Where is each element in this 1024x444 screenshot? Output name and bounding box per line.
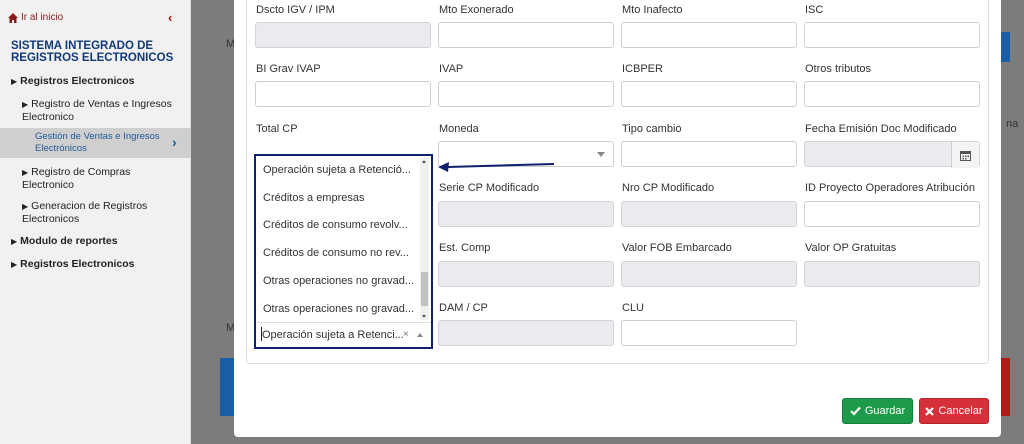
label-id-proyecto: ID Proyecto Operadores Atribución bbox=[805, 182, 975, 194]
clu-field[interactable] bbox=[621, 320, 797, 346]
cancel-button[interactable]: Cancelar bbox=[919, 398, 989, 424]
operation-type-dropdown[interactable]: Operación sujeta a Retenció... Créditos … bbox=[254, 154, 433, 349]
serie-cp-mod-field bbox=[438, 201, 614, 227]
nav-gestion-ventas[interactable]: Gestión de Ventas e Ingresos Electrónico… bbox=[0, 128, 191, 158]
caret-right-icon: ▶ bbox=[11, 237, 18, 246]
background-block bbox=[220, 358, 234, 416]
label-serie-cp-mod: Serie CP Modificado bbox=[439, 182, 540, 194]
back-home-label: Ir al inicio bbox=[21, 12, 64, 23]
dropdown-scrollbar[interactable] bbox=[420, 158, 429, 320]
dscto-igv-field bbox=[255, 22, 431, 48]
mto-inafecto-field[interactable] bbox=[621, 22, 797, 48]
dropdown-option[interactable]: Créditos a empresas bbox=[263, 192, 365, 204]
tipo-cambio-field[interactable] bbox=[621, 141, 797, 167]
otros-tributos-field[interactable] bbox=[804, 81, 980, 107]
scroll-down-icon[interactable] bbox=[422, 315, 426, 318]
label-bi-grav-ivap: BI Grav IVAP bbox=[256, 63, 321, 75]
dam-cp-field bbox=[438, 320, 614, 346]
save-button[interactable]: Guardar bbox=[842, 398, 913, 424]
nro-cp-mod-field bbox=[621, 201, 797, 227]
nav-registro-compras[interactable]: ▶ Registro de Compras Electronico bbox=[22, 166, 172, 191]
annotation-arrow-icon bbox=[438, 162, 555, 172]
back-home-link[interactable]: Ir al inicio bbox=[8, 12, 63, 23]
mto-exonerado-field[interactable] bbox=[438, 22, 614, 48]
label-ivap: IVAP bbox=[439, 63, 464, 75]
label-fecha-emision-mod: Fecha Emisión Doc Modificado bbox=[805, 123, 957, 135]
sidebar: Ir al inicio ‹ SISTEMA INTEGRADO DE REGI… bbox=[0, 0, 191, 444]
clear-icon[interactable]: × bbox=[403, 329, 409, 340]
label-otros-tributos: Otros tributos bbox=[805, 63, 872, 75]
caret-right-icon: ▶ bbox=[22, 202, 29, 211]
label-nro-cp-mod: Nro CP Modificado bbox=[622, 182, 715, 194]
close-icon bbox=[925, 406, 935, 416]
dropdown-option[interactable]: Créditos de consumo revolv... bbox=[263, 219, 408, 231]
label-dscto-igv: Dscto IGV / IPM bbox=[256, 4, 335, 16]
scroll-up-icon[interactable] bbox=[422, 160, 426, 163]
system-title: SISTEMA INTEGRADO DE REGISTROS ELECTRONI… bbox=[11, 40, 174, 64]
calendar-button[interactable] bbox=[951, 142, 979, 168]
label-valor-op-gratuitas: Valor OP Gratuitas bbox=[805, 242, 897, 254]
dropdown-option[interactable]: Otras operaciones no gravad... bbox=[263, 303, 414, 315]
nav-registro-ventas[interactable]: ▶ Registro de Ventas e Ingresos Electroni… bbox=[22, 98, 187, 123]
chevron-up-icon bbox=[417, 333, 423, 337]
label-isc: ISC bbox=[805, 4, 824, 16]
label-mto-exonerado: Mto Exonerado bbox=[439, 4, 514, 16]
caret-right-icon: ▶ bbox=[11, 260, 18, 269]
bi-grav-ivap-field[interactable] bbox=[255, 81, 431, 107]
caret-right-icon: ▶ bbox=[22, 100, 29, 109]
icbper-field[interactable] bbox=[621, 81, 797, 107]
caret-right-icon: ▶ bbox=[22, 168, 29, 177]
calendar-icon bbox=[960, 150, 971, 161]
background-text: na bbox=[1006, 118, 1019, 130]
nav-modulo-reportes[interactable]: ▶ Modulo de reportes bbox=[11, 235, 118, 248]
dropdown-option[interactable]: Otras operaciones no gravad... bbox=[263, 275, 414, 287]
label-moneda: Moneda bbox=[439, 123, 479, 135]
collapse-sidebar-icon[interactable]: ‹ bbox=[168, 10, 172, 25]
check-icon bbox=[850, 406, 861, 416]
nav-registros-electronicos-2[interactable]: ▶ Registros Electronicos bbox=[11, 258, 135, 271]
isc-field[interactable] bbox=[804, 22, 980, 48]
est-comp-field bbox=[438, 261, 614, 287]
label-clu: CLU bbox=[622, 302, 645, 314]
valor-fob-field bbox=[621, 261, 797, 287]
nav-generacion-registros[interactable]: ▶ Generacion de Registros Electronicos bbox=[22, 200, 172, 225]
id-proyecto-field[interactable] bbox=[804, 201, 980, 227]
label-valor-fob: Valor FOB Embarcado bbox=[622, 242, 732, 254]
label-mto-inafecto: Mto Inafecto bbox=[622, 4, 683, 16]
label-tipo-cambio: Tipo cambio bbox=[622, 123, 682, 135]
label-est-comp: Est. Comp bbox=[439, 242, 491, 254]
caret-right-icon: ▶ bbox=[11, 77, 18, 86]
label-total-cp: Total CP bbox=[256, 123, 298, 135]
dropdown-option[interactable]: Créditos de consumo no rev... bbox=[263, 247, 409, 259]
home-icon bbox=[8, 12, 18, 23]
fecha-emision-mod-field bbox=[804, 141, 980, 168]
valor-op-gratuitas-field bbox=[804, 261, 980, 287]
chevron-down-icon bbox=[597, 152, 605, 157]
nav-registros-electronicos[interactable]: ▶ Registros Electronicos bbox=[11, 75, 135, 88]
label-icbper: ICBPER bbox=[622, 63, 663, 75]
chevron-right-icon: › bbox=[172, 134, 177, 150]
label-dam-cp: DAM / CP bbox=[439, 302, 488, 314]
scroll-thumb[interactable] bbox=[421, 272, 428, 306]
dropdown-selected-value[interactable]: Operación sujeta a Retenci... × bbox=[256, 322, 431, 347]
dropdown-option[interactable]: Operación sujeta a Retenció... bbox=[263, 164, 411, 176]
ivap-field[interactable] bbox=[438, 81, 614, 107]
